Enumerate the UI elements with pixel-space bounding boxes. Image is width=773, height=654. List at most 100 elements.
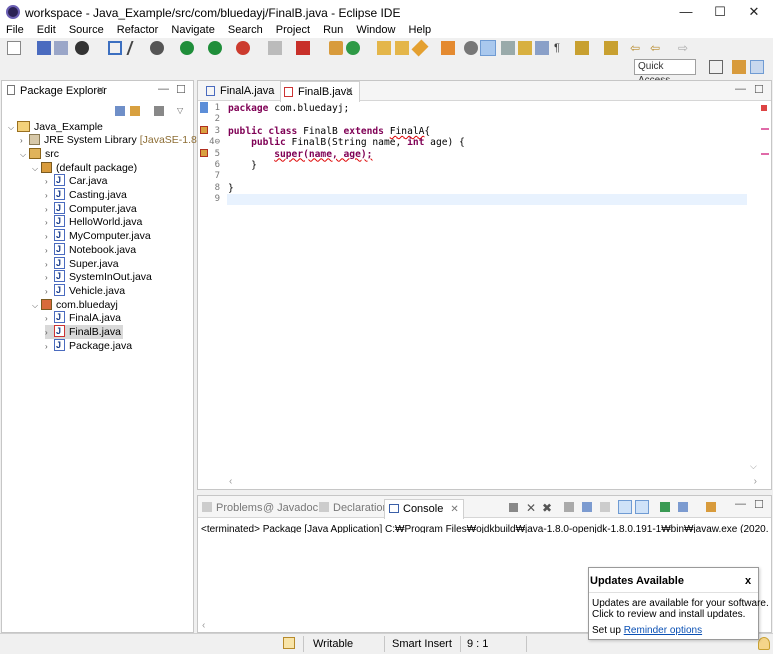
maximize-view-icon[interactable]: ☐ [754,83,764,96]
forward-icon[interactable]: ⇨ [678,41,692,55]
tree-item-file-selected[interactable]: › FinalB.java [45,324,123,339]
menu-help[interactable]: Help [409,24,432,36]
new-class-icon[interactable] [346,41,360,55]
back-icon[interactable]: ⇦ [650,41,664,55]
tab-finala[interactable]: FinalA.java [203,81,278,101]
menu-project[interactable]: Project [276,24,310,36]
view-menu-icon[interactable]: ▽ [177,106,183,115]
popup-close-button[interactable]: x [745,575,751,587]
chevron-right-icon[interactable]: › [45,230,54,244]
save-all-icon[interactable] [54,41,68,55]
collapse-all-icon[interactable] [115,106,125,116]
terminate-icon[interactable] [509,503,518,512]
tree-item-project[interactable]: ⌵ Java_Example [8,120,103,134]
chevron-right-icon[interactable]: › [45,271,54,285]
back-arrow-icon[interactable]: ⇦ [630,41,644,55]
java-ee-perspective-icon[interactable] [732,60,746,74]
package-explorer-tab[interactable]: Package Explorer ✕ — ☐ [2,81,193,101]
overview-error-marker[interactable] [761,153,769,155]
tree-item-file[interactable]: › FinalA.java [45,310,121,326]
remove-launch-icon[interactable]: ✕ [526,501,536,515]
tree-item-file[interactable]: › SystemInOut.java [45,269,152,285]
notification-bell-icon[interactable] [758,637,770,650]
java-perspective-icon[interactable] [750,60,764,74]
minimize-view-icon[interactable]: — [735,498,746,510]
chevron-down-icon[interactable]: ⌵ [8,121,17,135]
menu-window[interactable]: Window [356,24,395,36]
skip-breakpoints-icon[interactable] [126,41,146,55]
launch-config-icon[interactable] [296,41,310,55]
profile-icon[interactable] [75,41,89,55]
stop-icon[interactable] [268,41,282,55]
run-icon[interactable] [180,41,194,55]
menu-file[interactable]: File [6,24,24,36]
filter-icon[interactable] [154,106,164,116]
block-selection-icon[interactable] [501,41,515,55]
show-on-stderr-icon[interactable] [635,500,649,514]
chevron-right-icon[interactable]: › [45,312,54,326]
code-line[interactable]: public FinalB(String name, int age) { [228,137,465,148]
chevron-down-icon[interactable]: ⌵ [20,148,29,162]
maximize-view-icon[interactable]: ☐ [754,498,764,511]
tree-item-file[interactable]: › Casting.java [45,187,127,203]
insert-mode-status[interactable]: Smart Insert [392,638,452,650]
scroll-right-icon[interactable]: › [754,476,757,487]
chevron-right-icon[interactable]: › [45,175,54,189]
close-tab-icon[interactable]: ✕ [450,504,458,515]
overview-error-marker[interactable] [761,105,767,111]
scroll-left-icon[interactable]: ‹ [202,620,205,631]
show-on-stdout-icon[interactable] [618,500,632,514]
open-type-icon[interactable] [377,41,391,55]
open-perspective-icon[interactable] [709,60,723,74]
tab-finalb[interactable]: FinalB.java ✕ [280,81,360,102]
new-java-project-icon[interactable] [329,41,343,55]
clear-console-icon[interactable] [564,502,574,512]
horizontal-scrollbar[interactable]: ‹ › [227,476,757,489]
scroll-down-icon[interactable]: ⌵ [750,461,757,472]
menu-search[interactable]: Search [228,24,263,36]
tree-item-jre[interactable]: › JRE System Library [JavaSE-1.8] [20,133,200,147]
status-icon[interactable] [283,637,295,649]
tree-item-file[interactable]: › Package.java [45,338,132,353]
code-line[interactable]: super(name, age); [228,149,372,160]
code-line[interactable]: public class FinalB extends FinalA{ [228,126,430,137]
code-line[interactable]: } [228,183,234,194]
tree-item-file[interactable]: › Notebook.java [45,242,136,258]
save-icon[interactable] [37,41,51,55]
code-line[interactable]: } [228,160,257,171]
tree-item-file[interactable]: › HelloWorld.java [45,214,142,230]
open-folder-icon[interactable] [395,41,409,55]
chevron-right-icon[interactable]: › [45,189,54,203]
scroll-left-icon[interactable]: ‹ [229,476,232,487]
tree-item-default-package[interactable]: ⌵ (default package) [32,161,137,175]
tab-declaration[interactable]: Declaration [319,499,389,517]
chevron-right-icon[interactable]: › [45,244,54,258]
new-file-icon[interactable] [7,41,21,55]
tab-javadoc[interactable]: @ Javadoc [263,499,318,517]
next-annotation-icon[interactable] [518,41,532,55]
external-tools-icon[interactable] [236,41,250,55]
minimize-view-icon[interactable]: — [735,83,746,95]
search-tool-icon[interactable] [411,39,429,57]
word-wrap-icon[interactable] [600,502,610,512]
minimize-view-icon[interactable]: — [158,83,169,95]
menu-refactor[interactable]: Refactor [117,24,159,36]
close-button[interactable]: ✕ [731,0,773,24]
tab-problems[interactable]: Problems [202,499,262,517]
pin-console-icon[interactable] [660,502,670,512]
terminal-icon[interactable] [108,41,122,55]
tree-item-file[interactable]: › MyComputer.java [45,228,151,244]
tree-item-file[interactable]: › Vehicle.java [45,283,125,298]
scroll-lock-icon[interactable] [582,502,592,512]
display-console-icon[interactable] [678,502,688,512]
maximize-view-icon[interactable]: ☐ [176,83,186,96]
tab-console[interactable]: Console ✕ [384,499,464,519]
chevron-right-icon[interactable]: › [45,216,54,230]
close-tab-icon[interactable]: ✕ [345,82,353,102]
prev-annotation-icon[interactable] [535,41,549,55]
link-editor-icon[interactable] [130,106,140,116]
open-console-icon[interactable] [706,502,716,512]
open-task-icon[interactable] [441,41,455,55]
next-edit-icon[interactable] [575,41,589,55]
reminder-options-link[interactable]: Reminder options [624,625,702,636]
